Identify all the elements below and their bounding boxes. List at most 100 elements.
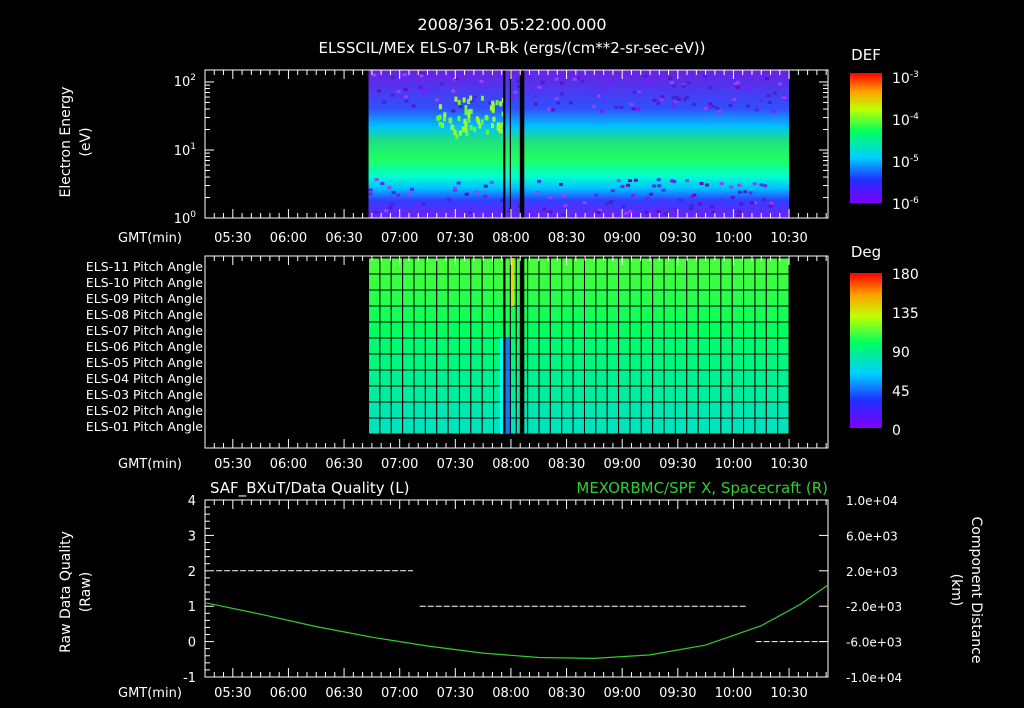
pitch-cell (447, 369, 460, 387)
pitch-cell (777, 401, 790, 419)
x-tick-label: 06:00 (270, 686, 307, 701)
speckle (542, 207, 547, 211)
pitch-row-label: ELS-10 Pitch Angle (86, 275, 203, 290)
speckle (404, 99, 409, 103)
pitch-cell (720, 401, 733, 419)
pitch-cell (652, 353, 665, 371)
quality-ylabel-line2: (Raw) (78, 572, 94, 612)
pitch-cell (583, 321, 597, 339)
x-tick-label: 07:30 (437, 231, 474, 246)
pitch-cell (424, 369, 438, 387)
speckle (708, 86, 713, 90)
pitch-cell (458, 337, 472, 355)
speckle (730, 101, 735, 105)
pitch-cell (765, 289, 779, 307)
speckle (554, 97, 559, 101)
pitch-cell (390, 369, 404, 387)
pitch-cell (538, 273, 551, 291)
pitch-cell (663, 337, 676, 355)
pitch-cell (709, 353, 722, 371)
pitch-cell (686, 273, 699, 291)
pitch-cell (754, 401, 767, 419)
pitch-cell (538, 401, 551, 419)
pitch-cell (652, 369, 665, 387)
pitch-cell (538, 289, 551, 307)
speckle (419, 88, 424, 92)
speckle (672, 84, 677, 88)
pitch-cell (561, 353, 574, 371)
speckle (464, 127, 468, 133)
pitch-cell (629, 369, 642, 387)
speckle (627, 179, 632, 183)
speckle (668, 76, 673, 80)
speckle (768, 204, 773, 208)
def-tick-1e-3: 10-3 (892, 70, 919, 87)
speckle (646, 82, 651, 86)
pitch-cell (629, 305, 642, 323)
pitch-cell (447, 353, 460, 371)
speckle (470, 85, 475, 89)
speckle (510, 96, 515, 100)
pitch-cell (720, 273, 733, 291)
pitch-cell (424, 289, 438, 307)
speckle (632, 91, 637, 95)
pitch-cell (402, 273, 415, 291)
pitch-cell (436, 417, 449, 435)
left-y-tick-label: 3 (188, 529, 196, 544)
speckle (750, 201, 755, 205)
pitch-cell (640, 417, 654, 435)
deg-colorbar-title: Deg (851, 243, 881, 261)
speckle (631, 107, 636, 111)
pitch-cell (606, 369, 620, 387)
pitch-cell (652, 417, 665, 435)
speckle (620, 184, 625, 188)
pitch-row-label: ELS-11 Pitch Angle (86, 259, 203, 274)
speckle (647, 208, 652, 212)
speckle (689, 203, 694, 207)
pitch-row-label: ELS-08 Pitch Angle (86, 307, 203, 322)
speckle (409, 187, 414, 191)
pitch-cell (686, 369, 699, 387)
pitch-cell (595, 369, 608, 387)
speckle (533, 102, 538, 106)
pitch-cell (777, 417, 790, 435)
pitch-cell (470, 401, 483, 419)
quality-right-ylabel-line1: Component Distance (968, 517, 984, 664)
pitch-cell (561, 289, 574, 307)
pitch-cell (402, 369, 415, 387)
energy-ytick-100: 102 (174, 73, 196, 90)
pitch-cell (447, 337, 460, 355)
speckle (374, 210, 379, 214)
pitch-cell (368, 321, 381, 339)
speckle (715, 106, 720, 110)
speckle (596, 210, 601, 214)
pitch-cell (674, 417, 688, 435)
pitch-cell (583, 385, 597, 403)
speckle (657, 184, 662, 188)
x-tick-label: 08:00 (492, 686, 529, 701)
pitch-cell (754, 369, 767, 387)
plot-timestamp: 2008/361 05:22:00.000 (417, 15, 606, 34)
x-tick-label: 09:30 (659, 457, 696, 472)
speckle (637, 92, 642, 96)
pitch-cell (606, 385, 620, 403)
speckle (403, 88, 408, 92)
speckle (403, 95, 408, 99)
speckle (540, 72, 545, 76)
speckle (746, 104, 751, 108)
pitch-cell (402, 257, 415, 275)
pitch-cell (697, 385, 711, 403)
speckle (473, 127, 477, 133)
speckle (400, 95, 405, 99)
pitch-cell (709, 369, 722, 387)
left-y-tick-label: 4 (188, 494, 196, 509)
pitch-cell (481, 257, 495, 275)
speckle (458, 105, 463, 109)
x-tick-label: 09:30 (659, 686, 696, 701)
pitch-cell (527, 417, 540, 435)
pitch-row-label: ELS-01 Pitch Angle (86, 419, 203, 434)
pitch-cell (697, 321, 711, 339)
speckle (568, 101, 573, 105)
pitch-cell (368, 305, 381, 323)
pitch-cell (720, 289, 733, 307)
